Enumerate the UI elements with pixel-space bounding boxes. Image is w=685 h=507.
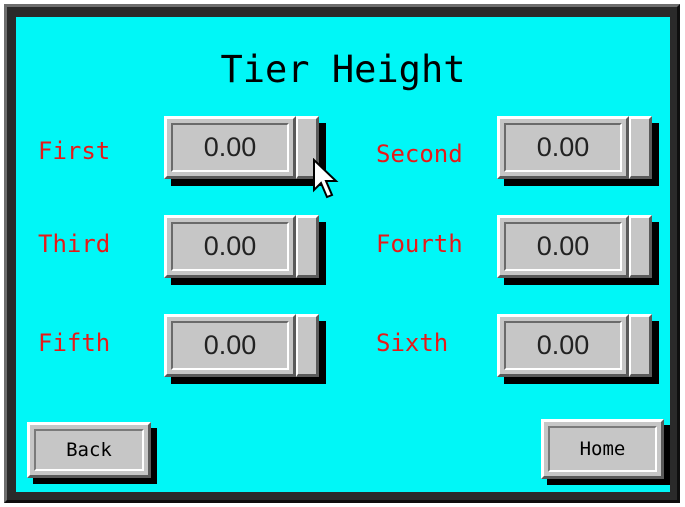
tier-value-fourth[interactable]: 0.00 xyxy=(504,222,622,271)
tier-label-fifth: Fifth xyxy=(38,329,111,357)
tier-spin-button[interactable] xyxy=(629,314,652,377)
home-button[interactable]: Home xyxy=(541,419,670,485)
tier-value-box[interactable]: 0.00 xyxy=(164,116,296,179)
tier-value-sixth[interactable]: 0.00 xyxy=(504,321,622,370)
tier-label-fourth: Fourth xyxy=(376,230,463,258)
tier-value-box[interactable]: 0.00 xyxy=(497,116,629,179)
hmi-screen: Tier Height First 0.00 Second 0.00 Third… xyxy=(16,17,670,492)
tier-spin-button[interactable] xyxy=(296,314,319,377)
tier-field-sixth[interactable]: 0.00 xyxy=(497,314,659,384)
tier-value-second[interactable]: 0.00 xyxy=(504,123,622,172)
tier-value-box[interactable]: 0.00 xyxy=(497,215,629,278)
page-title: Tier Height xyxy=(220,48,466,91)
tier-spin-button[interactable] xyxy=(629,116,652,179)
tier-spin-button[interactable] xyxy=(296,116,319,179)
tier-field-second[interactable]: 0.00 xyxy=(497,116,659,186)
tier-spin-button[interactable] xyxy=(629,215,652,278)
tier-field-third[interactable]: 0.00 xyxy=(164,215,326,285)
tier-label-sixth: Sixth xyxy=(376,329,449,357)
tier-value-box[interactable]: 0.00 xyxy=(497,314,629,377)
tier-field-first[interactable]: 0.00 xyxy=(164,116,326,186)
tier-field-fourth[interactable]: 0.00 xyxy=(497,215,659,285)
home-button-label[interactable]: Home xyxy=(548,426,657,472)
tier-label-first: First xyxy=(38,137,111,165)
tier-label-third: Third xyxy=(38,230,111,258)
tier-value-first[interactable]: 0.00 xyxy=(171,123,289,172)
tier-value-box[interactable]: 0.00 xyxy=(164,314,296,377)
tier-field-fifth[interactable]: 0.00 xyxy=(164,314,326,384)
back-button-label[interactable]: Back xyxy=(34,429,144,471)
tier-value-fifth[interactable]: 0.00 xyxy=(171,321,289,370)
tier-value-third[interactable]: 0.00 xyxy=(171,222,289,271)
tier-value-box[interactable]: 0.00 xyxy=(164,215,296,278)
tier-label-second: Second xyxy=(376,140,463,168)
back-button[interactable]: Back xyxy=(27,422,157,484)
tier-spin-button[interactable] xyxy=(296,215,319,278)
